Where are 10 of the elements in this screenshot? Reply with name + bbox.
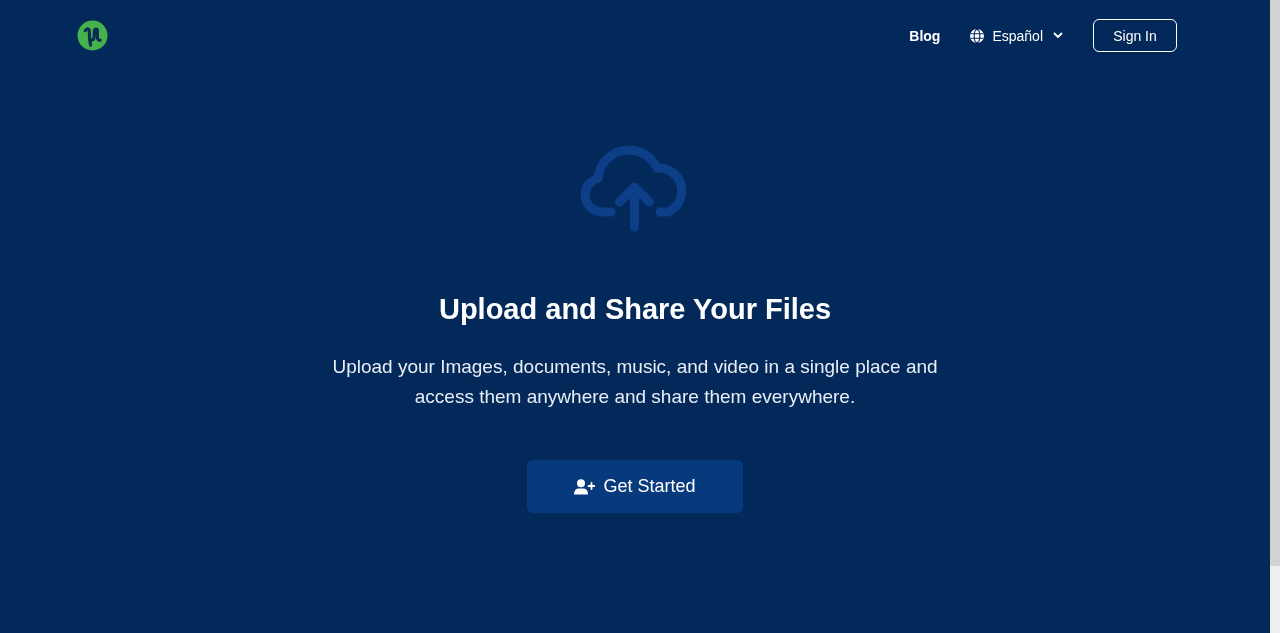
language-dropdown[interactable]: Español (970, 27, 1063, 44)
logo-icon[interactable] (77, 20, 108, 51)
hero-title: Upload and Share Your Files (438, 292, 832, 327)
user-plus-icon (574, 478, 596, 495)
hero-description: Upload your Images, documents, music, and video in a single place and access them anywhere and share them everywhere. (331, 355, 939, 409)
chevron-down-icon (1053, 32, 1063, 39)
sign-in-button[interactable]: Sign In (1093, 19, 1177, 52)
globe-icon (970, 28, 985, 43)
blog-link[interactable]: Blog (909, 27, 941, 44)
get-started-button[interactable]: Get Started (527, 460, 743, 513)
